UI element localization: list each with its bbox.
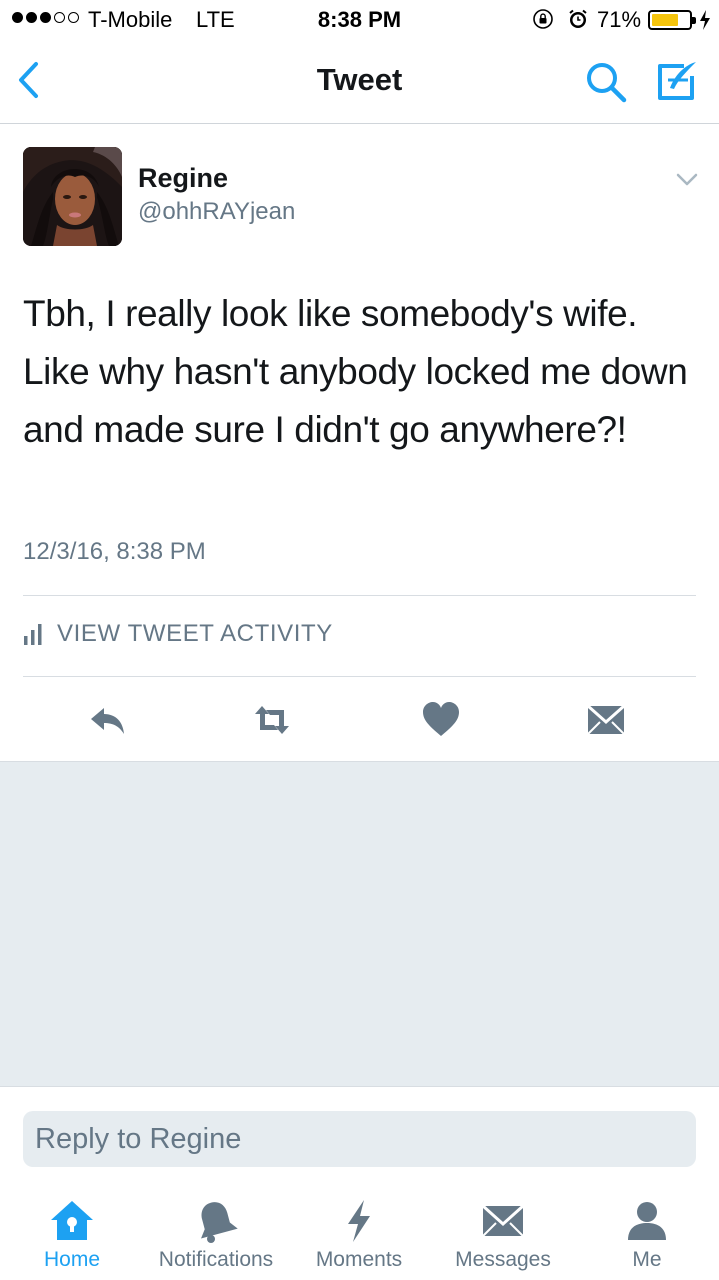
bar-chart-icon xyxy=(24,624,42,645)
tab-label-notifications: Notifications xyxy=(158,1248,274,1271)
battery-icon xyxy=(648,10,696,30)
lightning-icon xyxy=(348,1200,370,1242)
status-bar: T-Mobile LTE 8:38 PM 71% xyxy=(0,0,719,40)
person-icon xyxy=(628,1202,666,1240)
reply-input[interactable] xyxy=(23,1111,696,1167)
heart-icon[interactable] xyxy=(421,700,461,740)
home-icon xyxy=(51,1201,93,1240)
tab-notifications[interactable]: Notifications xyxy=(150,1188,282,1280)
battery-nub xyxy=(692,17,696,24)
tab-moments[interactable]: Moments xyxy=(309,1188,409,1280)
empty-replies-area xyxy=(0,761,719,1087)
divider xyxy=(23,676,696,677)
tab-label-messages: Messages xyxy=(455,1248,551,1271)
tweet-text: Tbh, I really look like somebody's wife.… xyxy=(23,293,688,450)
retweet-icon[interactable] xyxy=(252,700,292,740)
tab-label-moments: Moments xyxy=(315,1248,403,1271)
tweet-actions xyxy=(0,690,719,750)
avatar[interactable] xyxy=(23,147,122,246)
divider xyxy=(23,595,696,596)
tab-messages[interactable]: Messages xyxy=(448,1188,558,1280)
rotation-lock-icon xyxy=(533,9,553,29)
alarm-icon xyxy=(569,9,587,28)
chevron-down-icon[interactable] xyxy=(674,168,700,190)
tab-home[interactable]: Home xyxy=(32,1188,112,1280)
charging-bolt-icon xyxy=(700,10,710,30)
tab-bar: Home Notifications Moments Messages Me xyxy=(0,1188,719,1280)
avatar-photo xyxy=(23,147,122,246)
compose-icon[interactable] xyxy=(654,58,700,104)
direct-message-icon[interactable] xyxy=(586,700,626,740)
navigation-bar: Tweet xyxy=(0,40,719,124)
search-icon[interactable] xyxy=(584,60,628,104)
battery-percentage: 71% xyxy=(597,7,642,32)
tweet-timestamp: 12/3/16, 8:38 PM xyxy=(23,538,206,565)
bell-icon xyxy=(201,1202,238,1243)
view-tweet-activity-label: VIEW TWEET ACTIVITY xyxy=(57,620,333,647)
envelope-icon xyxy=(481,1204,525,1237)
author-name[interactable]: Regine xyxy=(138,163,228,194)
author-handle[interactable]: @ohhRAYjean xyxy=(138,198,295,226)
battery-level-fill xyxy=(652,14,678,26)
reply-icon[interactable] xyxy=(88,700,128,740)
tab-label-me: Me xyxy=(632,1248,662,1271)
tab-me[interactable]: Me xyxy=(617,1188,677,1280)
tab-label-home: Home xyxy=(43,1248,101,1271)
view-tweet-activity-button[interactable]: VIEW TWEET ACTIVITY xyxy=(23,620,333,648)
